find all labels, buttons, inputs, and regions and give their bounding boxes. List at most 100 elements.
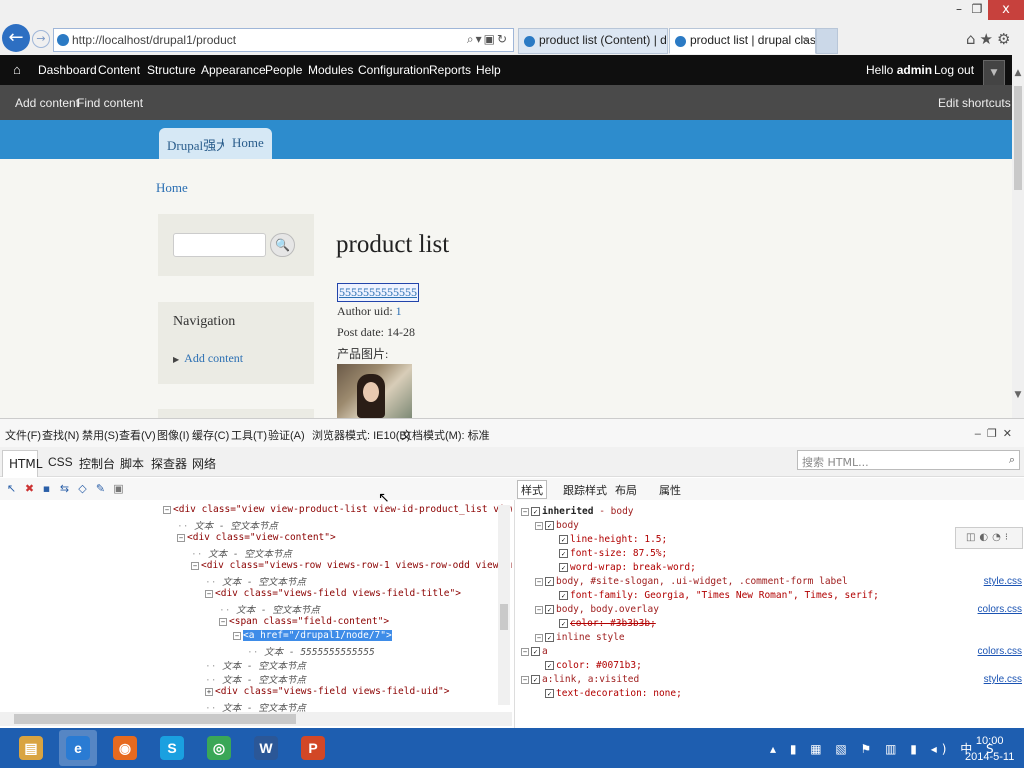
maximize-button[interactable]: ❐: [970, 2, 984, 16]
rule-checkbox[interactable]: ✓: [545, 605, 554, 614]
back-arrow-icon[interactable]: ←: [2, 24, 30, 52]
document-mode[interactable]: 文档模式(M): 标准: [401, 427, 490, 443]
taskbar-app-word[interactable]: W: [247, 730, 285, 766]
collapse-icon[interactable]: −: [177, 533, 185, 542]
html-node-line[interactable]: ·· 文本 - 空文本节点: [205, 658, 306, 672]
html-node-line[interactable]: − <div class="view view-product-list view…: [163, 504, 512, 515]
toolbar-appearance[interactable]: Appearance: [201, 63, 266, 77]
tab-console[interactable]: 控制台: [79, 455, 115, 472]
menu-tab-home[interactable]: Home: [224, 128, 272, 159]
html-node-line[interactable]: ·· 文本 - 空文本节点: [205, 700, 306, 712]
html-node-line[interactable]: − <span class="field-content">: [219, 616, 389, 627]
toolbar-people[interactable]: People: [265, 63, 302, 77]
save-icon[interactable]: ▪: [40, 482, 53, 495]
search-refresh-icon[interactable]: ⌕▾▣↻: [467, 32, 509, 47]
css-rule-line[interactable]: −✓word-wrap: break-word;: [549, 562, 696, 573]
toolbar-dashboard[interactable]: Dashboard: [38, 63, 97, 77]
html-node-line[interactable]: ·· 文本 - 空文本节点: [205, 574, 306, 588]
css-rule-line[interactable]: − ✓ inline style: [535, 632, 625, 643]
address-bar[interactable]: http://localhost/drupal1/product ⌕▾▣↻: [53, 28, 514, 52]
shortcuts-toggle-icon[interactable]: ▼: [983, 60, 1005, 86]
taskbar-app-ie[interactable]: e: [59, 730, 97, 766]
collapse-icon[interactable]: −: [521, 647, 529, 656]
html-vscroll-thumb[interactable]: [500, 604, 508, 630]
collapse-icon[interactable]: −: [205, 589, 213, 598]
expand-icon[interactable]: +: [205, 687, 213, 696]
menu-file[interactable]: 文件(F): [5, 427, 41, 443]
toolbar-reports[interactable]: Reports: [429, 63, 471, 77]
clear-icon[interactable]: ✖: [23, 482, 36, 495]
tab-script[interactable]: 脚本: [120, 455, 144, 472]
collapse-icon[interactable]: −: [219, 617, 227, 626]
menu-validate[interactable]: 验证(A): [268, 427, 305, 443]
collapse-icon[interactable]: −: [535, 633, 543, 642]
css-rule-line[interactable]: − ✓ body, #site-slogan, .ui-widget, .comme…: [535, 576, 848, 587]
nav-add-content[interactable]: ▶ Add content: [173, 351, 243, 366]
refresh-icon[interactable]: ⇆: [58, 482, 71, 495]
home-icon[interactable]: ⌂: [13, 62, 21, 77]
html-node-line[interactable]: ·· 文本 - 5555555555555: [247, 644, 375, 658]
new-tab-button[interactable]: [816, 28, 838, 54]
css-rule-line[interactable]: − ✓ body, body.overlay: [535, 604, 659, 615]
html-node-line[interactable]: ·· 文本 - 空文本节点: [177, 518, 278, 532]
css-rule-line[interactable]: −✓font-size: 87.5%;: [549, 548, 667, 559]
edit-icon[interactable]: ✎: [94, 482, 107, 495]
tab-content-list[interactable]: product list (Content) | drup...: [518, 28, 668, 54]
close-window-button[interactable]: x: [988, 0, 1024, 20]
menu-view[interactable]: 查看(V): [119, 427, 156, 443]
word-wrap-icon[interactable]: ▣: [112, 482, 125, 495]
search-input[interactable]: [173, 233, 266, 257]
menu-disable[interactable]: 禁用(S): [82, 427, 119, 443]
css-source-link[interactable]: style.css: [984, 576, 1022, 587]
collapse-icon[interactable]: −: [535, 605, 543, 614]
menu-image[interactable]: 图像(I): [157, 427, 189, 443]
scroll-up-icon[interactable]: ▲: [1012, 68, 1024, 78]
rule-checkbox[interactable]: ✓: [559, 563, 568, 572]
browser-mode[interactable]: 浏览器模式: IE10(B): [312, 427, 410, 443]
html-node-line[interactable]: ·· 文本 - 空文本节点: [191, 546, 292, 560]
menu-find[interactable]: 查找(N): [42, 427, 79, 443]
rule-checkbox[interactable]: ✓: [531, 507, 540, 516]
collapse-icon[interactable]: −: [535, 521, 543, 530]
html-node-line[interactable]: − <div class="view-content">: [177, 532, 336, 543]
product-title-link[interactable]: 5555555555555: [337, 283, 419, 302]
css-rule-line[interactable]: − ✓ a:link, a:visited: [521, 674, 639, 685]
css-rule-line[interactable]: − ✓ inherited - body: [521, 506, 634, 517]
dom-icon[interactable]: ◇: [76, 482, 89, 495]
select-element-icon[interactable]: ↖: [5, 482, 18, 495]
taskbar-app-firefox[interactable]: ◉: [106, 730, 144, 766]
page-scroll-thumb[interactable]: [1014, 86, 1022, 190]
scroll-down-icon[interactable]: ▼: [1012, 390, 1024, 400]
css-rule-line[interactable]: −✓line-height: 1.5;: [549, 534, 667, 545]
rule-checkbox[interactable]: ✓: [559, 535, 568, 544]
html-node-line[interactable]: − <a href="/drupal1/node/7">: [233, 630, 392, 641]
rule-checkbox[interactable]: ✓: [545, 689, 554, 698]
toolbar-configuration[interactable]: Configuration: [358, 63, 429, 77]
tab-layout[interactable]: 布局: [615, 482, 637, 498]
toolbar-modules[interactable]: Modules: [308, 63, 353, 77]
tab-html[interactable]: HTML: [2, 450, 42, 477]
css-rule-line[interactable]: −✓color: #3b3b3b;: [549, 618, 656, 629]
tab-css[interactable]: CSS: [48, 455, 73, 469]
rule-checkbox[interactable]: ✓: [545, 661, 554, 670]
close-tab-icon[interactable]: ×: [802, 33, 809, 47]
rule-checkbox[interactable]: ✓: [545, 633, 554, 642]
html-node-line[interactable]: + <div class="views-field views-field-uid…: [205, 686, 450, 697]
rule-checkbox[interactable]: ✓: [559, 549, 568, 558]
css-source-link[interactable]: colors.css: [978, 646, 1022, 657]
tab-profiler[interactable]: 探查器: [151, 455, 187, 472]
html-node-line[interactable]: − <div class="views-field views-field-tit…: [205, 588, 461, 599]
html-node-line[interactable]: ·· 文本 - 空文本节点: [205, 672, 306, 686]
rule-checkbox[interactable]: ✓: [559, 619, 568, 628]
toolbar-content[interactable]: Content: [98, 63, 140, 77]
toolbar-help[interactable]: Help: [476, 63, 501, 77]
collapse-icon[interactable]: −: [521, 507, 529, 516]
css-rule-line[interactable]: −✓color: #0071b3;: [535, 660, 642, 671]
rule-checkbox[interactable]: ✓: [559, 591, 568, 600]
tab-network[interactable]: 网络: [192, 455, 216, 472]
collapse-icon[interactable]: −: [191, 561, 199, 570]
tab-attributes[interactable]: 属性: [659, 482, 681, 498]
rule-checkbox[interactable]: ✓: [531, 647, 540, 656]
collapse-icon[interactable]: −: [535, 577, 543, 586]
taskbar-app-chrome[interactable]: ◎: [200, 730, 238, 766]
